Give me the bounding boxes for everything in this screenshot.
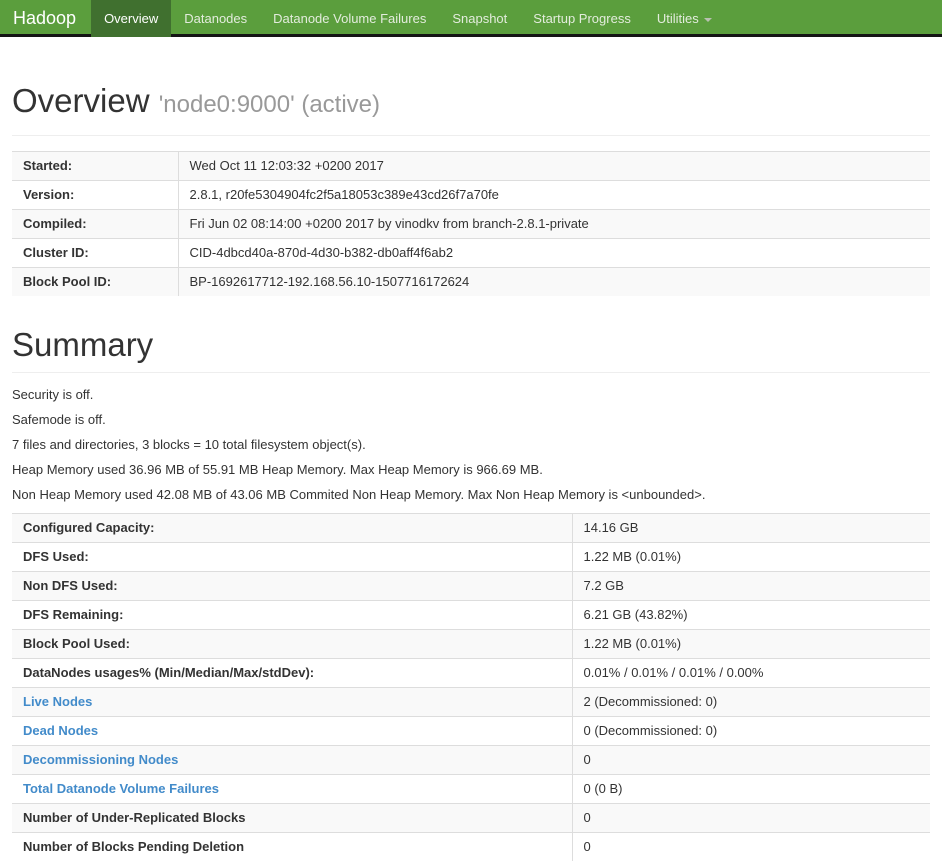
row-value: 7.2 GB	[572, 572, 930, 601]
total-datanode-volume-failures-link[interactable]: Total Datanode Volume Failures	[23, 781, 219, 796]
table-row: Number of Blocks Pending Deletion 0	[12, 833, 930, 861]
nav-item-utilities: Utilities	[644, 0, 725, 37]
page-title-subtitle: 'node0:9000' (active)	[159, 91, 380, 118]
dead-nodes-link[interactable]: Dead Nodes	[23, 723, 98, 738]
nav-item-overview: Overview	[91, 0, 171, 37]
chevron-down-icon	[704, 18, 712, 22]
table-row: Non DFS Used: 7.2 GB	[12, 572, 930, 601]
table-row: Live Nodes 2 (Decommissioned: 0)	[12, 688, 930, 717]
heap-memory-text: Heap Memory used 36.96 MB of 55.91 MB He…	[12, 463, 930, 477]
row-label: Compiled:	[12, 210, 178, 239]
summary-table: Configured Capacity: 14.16 GB DFS Used: …	[12, 513, 930, 861]
row-value: 0	[572, 804, 930, 833]
table-row: Number of Under-Replicated Blocks 0	[12, 804, 930, 833]
nav-link-utilities-label: Utilities	[657, 11, 699, 26]
row-value: 14.16 GB	[572, 514, 930, 543]
security-status-text: Security is off.	[12, 388, 930, 402]
row-value: BP-1692617712-192.168.56.10-150771617262…	[178, 268, 930, 297]
nav-item-snapshot: Snapshot	[439, 0, 520, 37]
brand-hadoop[interactable]: Hadoop	[0, 0, 91, 37]
row-value: 6.21 GB (43.82%)	[572, 601, 930, 630]
decommissioning-nodes-link[interactable]: Decommissioning Nodes	[23, 752, 178, 767]
page-title-text: Overview	[12, 82, 150, 119]
row-label: DataNodes usages% (Min/Median/Max/stdDev…	[12, 659, 572, 688]
table-row: DFS Remaining: 6.21 GB (43.82%)	[12, 601, 930, 630]
row-label: Version:	[12, 181, 178, 210]
filesystem-objects-text: 7 files and directories, 3 blocks = 10 t…	[12, 438, 930, 452]
table-row: Configured Capacity: 14.16 GB	[12, 514, 930, 543]
row-label: Configured Capacity:	[12, 514, 572, 543]
non-heap-memory-text: Non Heap Memory used 42.08 MB of 43.06 M…	[12, 488, 930, 502]
row-value: Fri Jun 02 08:14:00 +0200 2017 by vinodk…	[178, 210, 930, 239]
row-label: Block Pool Used:	[12, 630, 572, 659]
nav-menu: Overview Datanodes Datanode Volume Failu…	[91, 0, 725, 37]
navbar-inner: Hadoop Overview Datanodes Datanode Volum…	[0, 0, 942, 37]
table-row: Block Pool ID: BP-1692617712-192.168.56.…	[12, 268, 930, 297]
row-label: Number of Under-Replicated Blocks	[12, 804, 572, 833]
row-label: Started:	[12, 152, 178, 181]
overview-table: Started: Wed Oct 11 12:03:32 +0200 2017 …	[12, 151, 930, 296]
row-label: Number of Blocks Pending Deletion	[12, 833, 572, 861]
row-value: CID-4dbcd40a-870d-4d30-b382-db0aff4f6ab2	[178, 239, 930, 268]
nav-link-overview[interactable]: Overview	[91, 0, 171, 37]
row-value: 0 (0 B)	[572, 775, 930, 804]
row-label: Dead Nodes	[12, 717, 572, 746]
table-row: Decommissioning Nodes 0	[12, 746, 930, 775]
row-label: DFS Remaining:	[12, 601, 572, 630]
row-label: Block Pool ID:	[12, 268, 178, 297]
row-value: 0	[572, 746, 930, 775]
row-label: Live Nodes	[12, 688, 572, 717]
navbar: Hadoop Overview Datanodes Datanode Volum…	[0, 0, 942, 37]
row-value: 0	[572, 833, 930, 861]
row-label: Cluster ID:	[12, 239, 178, 268]
nav-link-snapshot[interactable]: Snapshot	[439, 0, 520, 37]
table-row: Dead Nodes 0 (Decommissioned: 0)	[12, 717, 930, 746]
safemode-status-text: Safemode is off.	[12, 413, 930, 427]
divider	[12, 135, 930, 136]
live-nodes-link[interactable]: Live Nodes	[23, 694, 92, 709]
row-label: Non DFS Used:	[12, 572, 572, 601]
row-label: DFS Used:	[12, 543, 572, 572]
row-value: 0.01% / 0.01% / 0.01% / 0.00%	[572, 659, 930, 688]
main-content: Overview 'node0:9000' (active) Started: …	[0, 83, 942, 861]
table-row: DFS Used: 1.22 MB (0.01%)	[12, 543, 930, 572]
table-row: Version: 2.8.1, r20fe5304904fc2f5a18053c…	[12, 181, 930, 210]
page-title: Overview 'node0:9000' (active)	[12, 83, 930, 123]
divider	[12, 372, 930, 373]
row-value: Wed Oct 11 12:03:32 +0200 2017	[178, 152, 930, 181]
nav-link-datanode-volume-failures[interactable]: Datanode Volume Failures	[260, 0, 439, 37]
nav-link-datanodes[interactable]: Datanodes	[171, 0, 260, 37]
table-row: Block Pool Used: 1.22 MB (0.01%)	[12, 630, 930, 659]
nav-link-utilities-dropdown[interactable]: Utilities	[644, 0, 725, 37]
row-value: 0 (Decommissioned: 0)	[572, 717, 930, 746]
table-row: Total Datanode Volume Failures 0 (0 B)	[12, 775, 930, 804]
summary-title: Summary	[12, 327, 930, 363]
row-label: Total Datanode Volume Failures	[12, 775, 572, 804]
row-value: 2 (Decommissioned: 0)	[572, 688, 930, 717]
table-row: Started: Wed Oct 11 12:03:32 +0200 2017	[12, 152, 930, 181]
row-value: 1.22 MB (0.01%)	[572, 630, 930, 659]
nav-link-startup-progress[interactable]: Startup Progress	[520, 0, 644, 37]
row-label: Decommissioning Nodes	[12, 746, 572, 775]
nav-item-startup-progress: Startup Progress	[520, 0, 644, 37]
row-value: 1.22 MB (0.01%)	[572, 543, 930, 572]
nav-item-datanode-volume-failures: Datanode Volume Failures	[260, 0, 439, 37]
row-value: 2.8.1, r20fe5304904fc2f5a18053c389e43cd2…	[178, 181, 930, 210]
nav-item-datanodes: Datanodes	[171, 0, 260, 37]
table-row: DataNodes usages% (Min/Median/Max/stdDev…	[12, 659, 930, 688]
table-row: Compiled: Fri Jun 02 08:14:00 +0200 2017…	[12, 210, 930, 239]
table-row: Cluster ID: CID-4dbcd40a-870d-4d30-b382-…	[12, 239, 930, 268]
